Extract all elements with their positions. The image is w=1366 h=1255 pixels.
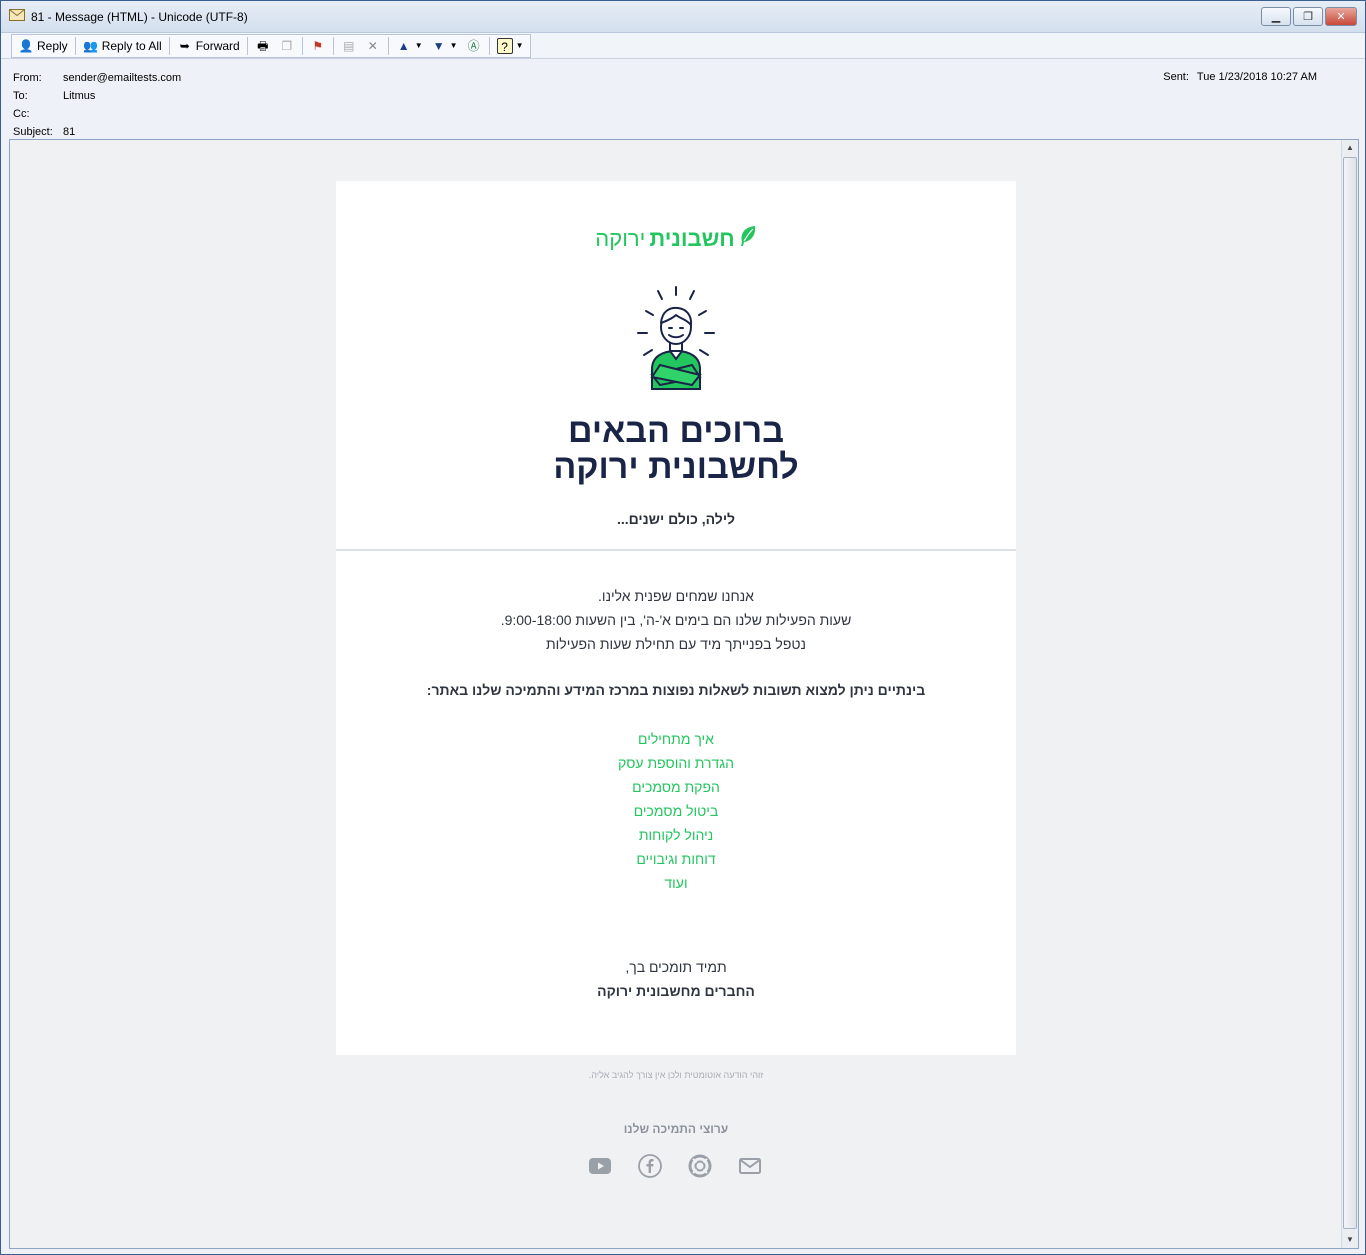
closing-line-1: תמיד תומכים בך, bbox=[625, 959, 727, 975]
mail-icon[interactable] bbox=[738, 1154, 762, 1178]
arrow-up-icon: ▲ bbox=[397, 38, 410, 53]
help-link-cancel-documents[interactable]: ביטול מסמכים bbox=[336, 799, 1016, 823]
printer-icon: 🖶 bbox=[257, 38, 269, 53]
greeting-text: לילה, כולם ישנים... bbox=[616, 511, 736, 527]
forward-icon: ➥ bbox=[179, 38, 190, 53]
hero-person-illustration bbox=[626, 285, 726, 391]
subject-value: 81 bbox=[63, 126, 76, 138]
reply-icon: 👤 bbox=[18, 38, 34, 53]
section-divider bbox=[336, 549, 1016, 551]
email-card: חשבונית ירוקה ברוכים הבאים לחשבונית ירוק… bbox=[336, 181, 1016, 1055]
scroll-up-icon[interactable]: ▲ bbox=[1342, 140, 1358, 156]
help-link-customer-management[interactable]: ניהול לקוחות bbox=[336, 823, 1016, 847]
brand-name-bold: חשבונית bbox=[649, 226, 735, 251]
closing-signature: החברים מחשבונית ירוקה bbox=[597, 983, 755, 999]
reply-label: Reply bbox=[37, 38, 68, 53]
toolbar-group: 👤 Reply 👥 Reply to All ➥ Forward 🖶 ❐ ⚑ ▤… bbox=[11, 33, 531, 58]
to-row: To: Litmus bbox=[13, 90, 95, 102]
move-button[interactable]: ▤ bbox=[337, 35, 361, 57]
help-center-intro: בינתיים ניתן למצוא תשובות לשאלות נפוצות … bbox=[426, 682, 926, 698]
delete-icon: ✕ bbox=[367, 38, 378, 53]
intro-line-1: אנחנו שמחים שפנית אלינו. bbox=[598, 588, 754, 604]
message-window: 81 - Message (HTML) - Unicode (UTF-8) ▁ … bbox=[0, 0, 1366, 1255]
headline-line-1: ברוכים הבאים bbox=[568, 412, 784, 450]
flag-icon: ⚑ bbox=[312, 38, 324, 53]
window-controls: ▁ ❐ ✕ bbox=[1261, 7, 1357, 26]
sent-row: Sent: Tue 1/23/2018 10:27 AM bbox=[1163, 71, 1317, 83]
restore-button[interactable]: ❐ bbox=[1293, 7, 1323, 26]
vertical-scrollbar[interactable]: ▲ ▼ bbox=[1341, 140, 1358, 1248]
help-link-getting-started[interactable]: איך מתחילים bbox=[336, 727, 1016, 751]
from-row: From: sender@emailtests.com bbox=[13, 72, 181, 84]
forward-button[interactable]: ➥ Forward bbox=[173, 35, 244, 57]
move-folder-icon: ▤ bbox=[343, 38, 355, 53]
reply-all-button[interactable]: 👥 Reply to All bbox=[79, 35, 166, 57]
address-book-button[interactable]: Ⓐ bbox=[462, 35, 486, 57]
social-links bbox=[588, 1154, 762, 1178]
copy-icon: ❐ bbox=[281, 38, 293, 53]
print-button[interactable]: 🖶 bbox=[251, 35, 275, 57]
arrow-down-icon: ▼ bbox=[432, 38, 445, 53]
copy-button[interactable]: ❐ bbox=[275, 35, 299, 57]
message-header: From: sender@emailtests.com To: Litmus C… bbox=[1, 59, 1365, 139]
close-button[interactable]: ✕ bbox=[1325, 7, 1357, 26]
help-button[interactable]: ? ▼ bbox=[493, 35, 528, 57]
support-channels-title: ערוצי התמיכה שלנו bbox=[623, 1122, 729, 1136]
help-link-business-setup[interactable]: הגדרת והוספת עסק bbox=[336, 751, 1016, 775]
sent-label: Sent: bbox=[1163, 71, 1189, 83]
help-icon: ? bbox=[496, 37, 513, 54]
address-book-icon: Ⓐ bbox=[467, 38, 480, 53]
support-lifebuoy-icon[interactable] bbox=[688, 1154, 712, 1178]
from-label: From: bbox=[13, 72, 42, 84]
reply-button[interactable]: 👤 Reply bbox=[14, 35, 72, 57]
forward-label: Forward bbox=[195, 38, 240, 53]
cc-label: Cc: bbox=[13, 108, 30, 120]
subject-label: Subject: bbox=[13, 126, 53, 138]
window-title: 81 - Message (HTML) - Unicode (UTF-8) bbox=[31, 9, 248, 24]
facebook-icon[interactable] bbox=[638, 1154, 662, 1178]
delete-button[interactable]: ✕ bbox=[361, 35, 385, 57]
envelope-icon bbox=[9, 9, 25, 24]
flag-button[interactable]: ⚑ bbox=[306, 35, 330, 57]
previous-item-button[interactable]: ▲ ▼ bbox=[392, 35, 427, 57]
next-item-button[interactable]: ▼ ▼ bbox=[427, 35, 462, 57]
scroll-thumb[interactable] bbox=[1343, 157, 1357, 1229]
welcome-headline: ברוכים הבאים לחשבונית ירוקה bbox=[336, 413, 1016, 485]
help-links-list: איך מתחילים הגדרת והוספת עסק הפקת מסמכים… bbox=[336, 727, 1016, 895]
from-value[interactable]: sender@emailtests.com bbox=[63, 72, 181, 84]
minimize-button[interactable]: ▁ bbox=[1261, 7, 1291, 26]
intro-paragraph: אנחנו שמחים שפנית אלינו. שעות הפעילות של… bbox=[336, 584, 1016, 656]
closing-paragraph: תמיד תומכים בך, החברים מחשבונית ירוקה bbox=[336, 955, 1016, 1003]
help-link-reports-backups[interactable]: דוחות וגיבויים bbox=[336, 847, 1016, 871]
help-link-issue-documents[interactable]: הפקת מסמכים bbox=[336, 775, 1016, 799]
youtube-icon[interactable] bbox=[588, 1154, 612, 1178]
subject-row: Subject: 81 bbox=[13, 126, 75, 138]
title-bar: 81 - Message (HTML) - Unicode (UTF-8) ▁ … bbox=[1, 1, 1365, 33]
headline-line-2: לחשבונית ירוקה bbox=[553, 448, 799, 486]
scroll-down-icon[interactable]: ▼ bbox=[1342, 1232, 1358, 1248]
message-body: חשבונית ירוקה ברוכים הבאים לחשבונית ירוק… bbox=[9, 139, 1359, 1249]
toolbar: 👤 Reply 👥 Reply to All ➥ Forward 🖶 ❐ ⚑ ▤… bbox=[1, 33, 1365, 59]
intro-line-2: שעות הפעילות שלנו הם בימים א'-ה', בין הש… bbox=[500, 612, 852, 628]
intro-line-3: נטפל בפנייתך מיד עם תחילת שעות הפעילות bbox=[546, 636, 806, 652]
brand-logo: חשבונית ירוקה bbox=[336, 225, 1016, 253]
reply-all-icon: 👥 bbox=[83, 38, 99, 53]
to-label: To: bbox=[13, 90, 28, 102]
auto-message-note: זוהי הודעה אוטומטית ולכן אין צורך להגיב … bbox=[588, 1070, 764, 1080]
reply-all-label: Reply to All bbox=[101, 38, 162, 53]
to-value[interactable]: Litmus bbox=[63, 90, 95, 102]
cc-row: Cc: bbox=[13, 108, 63, 120]
brand-name-light: ירוקה bbox=[595, 226, 646, 251]
sent-value: Tue 1/23/2018 10:27 AM bbox=[1196, 71, 1317, 83]
leaf-icon bbox=[739, 225, 757, 253]
help-link-more[interactable]: ועוד bbox=[336, 871, 1016, 895]
